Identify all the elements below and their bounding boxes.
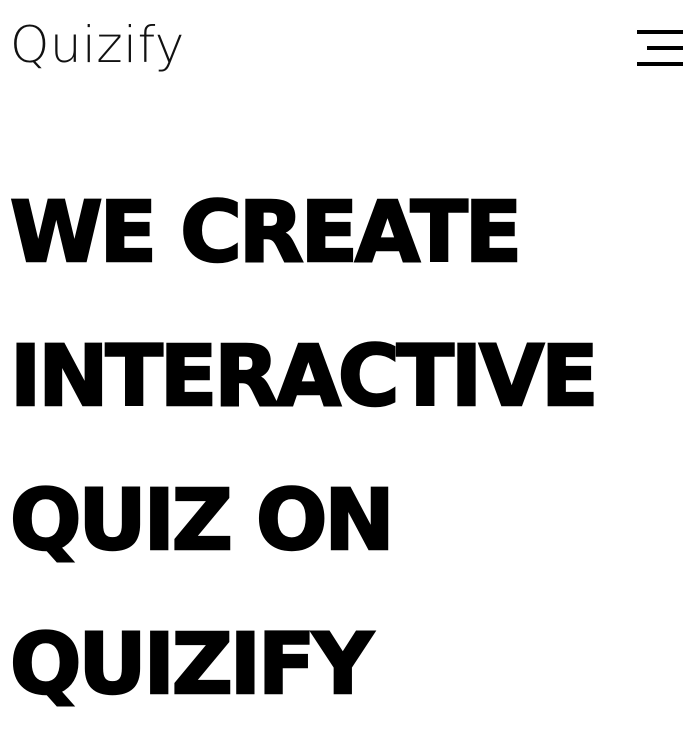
hero-line-3: QUIZ ON <box>9 470 396 571</box>
hero-line-1: WE CREATE <box>9 182 524 283</box>
hero-line-4: QUIZIFY <box>9 614 375 715</box>
logo[interactable]: Quizify <box>10 14 185 76</box>
hero-line-2: INTERACTIVE <box>9 326 600 427</box>
menu-button[interactable] <box>633 28 683 72</box>
hero-headline: WE CREATE INTERACTIVE QUIZ ON QUIZIFY <box>9 160 600 730</box>
page: Quizify WE CREATE INTERACTIVE QUIZ ON QU… <box>0 0 695 730</box>
hamburger-menu-icon <box>637 30 683 66</box>
